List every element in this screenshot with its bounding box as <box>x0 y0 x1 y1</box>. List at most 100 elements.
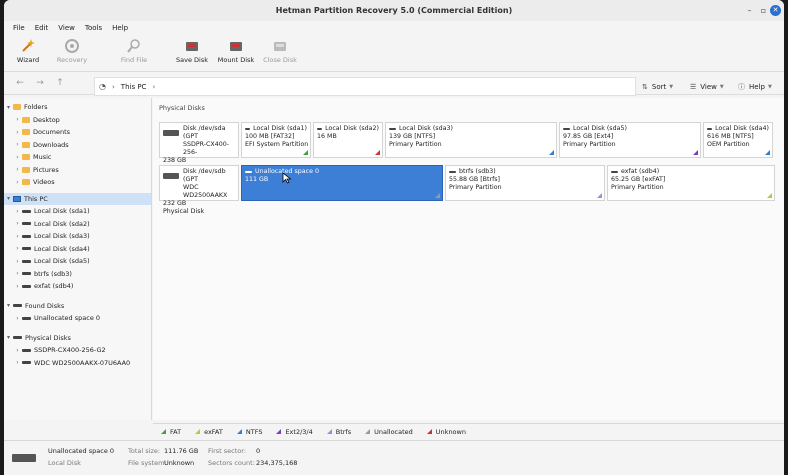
back-icon[interactable]: ← <box>10 78 30 88</box>
chevron-right-icon[interactable]: › <box>13 141 22 148</box>
partition-card[interactable]: Local Disk (sda1) 100 MB [FAT32] EFI Sys… <box>241 122 311 158</box>
drive-icon <box>707 128 713 130</box>
forward-icon[interactable]: → <box>30 78 50 88</box>
chevron-right-icon[interactable]: › <box>13 129 22 136</box>
chevron-right-icon[interactable]: › <box>13 258 22 265</box>
main-panel: Physical Disks Disk /dev/sda (GPT SSDPR-… <box>153 98 784 420</box>
folder-icon <box>22 179 30 186</box>
close-icon[interactable]: ✕ <box>770 5 781 16</box>
chevron-right-icon[interactable]: › <box>13 270 22 277</box>
wizard-icon <box>22 39 35 52</box>
close-disk-button[interactable]: Close Disk <box>258 35 302 64</box>
sort-icon: ⇅ <box>642 82 648 91</box>
tree-item-sda2[interactable]: › Local Disk (sda2) <box>4 218 151 231</box>
disk-card[interactable]: Disk /dev/sdb (GPT WDC WD2500AAKX 232 GB… <box>159 165 239 215</box>
folder-icon <box>22 129 30 136</box>
tree-item-videos[interactable]: › Videos <box>4 176 151 189</box>
breadcrumb-chevron-icon[interactable]: › <box>152 83 155 91</box>
mount-disk-button[interactable]: Mount Disk <box>214 35 258 64</box>
chevron-right-icon[interactable]: › <box>13 283 22 290</box>
menu-bar: File Edit View Tools Help <box>4 21 784 35</box>
wizard-button[interactable]: Wizard <box>6 35 50 64</box>
chevron-right-icon[interactable]: › <box>13 359 22 366</box>
menu-help[interactable]: Help <box>107 21 133 35</box>
menu-tools[interactable]: Tools <box>80 21 107 35</box>
tree-item-music[interactable]: › Music <box>4 151 151 164</box>
partition-card[interactable]: btrfs (sdb3) 55.88 GB [Btrfs] Primary Pa… <box>445 165 605 201</box>
tree-item-sdb4[interactable]: › exfat (sdb4) <box>4 280 151 293</box>
partition-card-selected[interactable]: Unallocated space 0 111 GB <box>241 165 443 201</box>
view-button[interactable]: ☰ View ▼ <box>690 77 724 96</box>
breadcrumb-this-pc[interactable]: This PC <box>121 83 147 91</box>
sort-button[interactable]: ⇅ Sort ▼ <box>642 77 673 96</box>
tree-item-sda4[interactable]: › Local Disk (sda4) <box>4 243 151 256</box>
partition-type: Primary Partition <box>611 184 664 191</box>
chevron-right-icon[interactable]: › <box>13 315 22 322</box>
minimize-icon[interactable]: – <box>744 5 755 16</box>
tree-folders[interactable]: ▾ Folders <box>4 101 151 114</box>
disk-card[interactable]: Disk /dev/sda (GPT SSDPR-CX400-256- 238 … <box>159 122 239 172</box>
chevron-down-icon[interactable]: ▾ <box>4 302 13 309</box>
legend-marker <box>195 429 201 434</box>
chevron-right-icon[interactable]: › <box>13 154 22 161</box>
tree-this-pc[interactable]: ▾ This PC <box>4 192 151 205</box>
partition-card[interactable]: Local Disk (sda4) 616 MB [NTFS] OEM Part… <box>703 122 773 158</box>
tree-item-desktop[interactable]: › Desktop <box>4 114 151 127</box>
legend-marker <box>276 429 282 434</box>
address-bar[interactable]: ◔ › This PC › <box>94 77 636 96</box>
chevron-right-icon[interactable]: › <box>13 116 22 123</box>
chevron-right-icon[interactable]: › <box>13 179 22 186</box>
partition-type: Primary Partition <box>563 141 616 148</box>
history-icon[interactable]: ◔ <box>99 82 106 91</box>
tree-item-pictures[interactable]: › Pictures <box>4 164 151 177</box>
tree-item-label: Documents <box>33 128 71 137</box>
menu-view[interactable]: View <box>53 21 80 35</box>
find-file-button[interactable]: Find File <box>112 35 156 64</box>
tree-item-label: Local Disk (sda3) <box>34 232 90 241</box>
tree-item-ssdpr[interactable]: › SSDPR-CX400-256-G2 <box>4 344 151 357</box>
partition-card[interactable]: exfat (sdb4) 65.25 GB [exFAT] Primary Pa… <box>607 165 775 201</box>
disk-model: WDC WD2500AAKX <box>183 184 228 199</box>
chevron-right-icon[interactable]: › <box>13 245 22 252</box>
tree-item-unallocated[interactable]: › Unallocated space 0 <box>4 312 151 325</box>
chevron-right-icon[interactable]: › <box>13 347 22 354</box>
tree-physical-disks[interactable]: ▾ Physical Disks <box>4 332 151 345</box>
folder-icon <box>13 104 21 111</box>
save-disk-button[interactable]: Save Disk <box>170 35 214 64</box>
maximize-icon[interactable]: ▫ <box>758 5 769 16</box>
partition-card[interactable]: Local Disk (sda3) 139 GB [NTFS] Primary … <box>385 122 557 158</box>
recovery-label: Recovery <box>56 56 88 64</box>
chevron-right-icon[interactable]: › <box>13 220 22 227</box>
sidebar-tree: ▾ Folders › Desktop › Documents › Downloads … <box>4 98 152 420</box>
partition-size: 65.25 GB [exFAT] <box>611 176 666 183</box>
drive-icon <box>449 171 456 173</box>
tree-item-label: SSDPR-CX400-256-G2 <box>34 346 106 355</box>
tree-found-disks[interactable]: ▾ Found Disks <box>4 300 151 313</box>
chevron-down-icon[interactable]: ▾ <box>4 195 13 202</box>
chevron-right-icon[interactable]: › <box>13 208 22 215</box>
tree-item-sdb3[interactable]: › btrfs (sdb3) <box>4 268 151 281</box>
tree-item-sda5[interactable]: › Local Disk (sda5) <box>4 255 151 268</box>
tree-item-downloads[interactable]: › Downloads <box>4 139 151 152</box>
status-total-size-label: Total size: <box>128 447 161 455</box>
tree-item-sda3[interactable]: › Local Disk (sda3) <box>4 230 151 243</box>
tree-item-label: exfat (sdb4) <box>34 282 74 291</box>
chevron-down-icon[interactable]: ▾ <box>4 104 13 111</box>
chevron-right-icon[interactable]: › <box>13 166 22 173</box>
chevron-right-icon[interactable]: › <box>13 233 22 240</box>
tree-item-wdc[interactable]: › WDC WD2500AAKX-07U6AA0 <box>4 357 151 370</box>
menu-edit[interactable]: Edit <box>30 21 54 35</box>
window-title: Hetman Partition Recovery 5.0 (Commercia… <box>275 6 513 15</box>
partition-card[interactable]: Local Disk (sda2) 16 MB <box>313 122 383 158</box>
tree-item-documents[interactable]: › Documents <box>4 126 151 139</box>
partition-card[interactable]: Local Disk (sda5) 97.85 GB [Ext4] Primar… <box>559 122 701 158</box>
up-icon[interactable]: ↑ <box>50 78 70 88</box>
drive-icon <box>563 128 570 130</box>
menu-file[interactable]: File <box>8 21 30 35</box>
chevron-down-icon[interactable]: ▾ <box>4 334 13 341</box>
tree-item-sda1[interactable]: › Local Disk (sda1) <box>4 205 151 218</box>
help-button[interactable]: ⓘ Help ▼ <box>738 77 772 96</box>
recovery-button[interactable]: Recovery <box>50 35 94 64</box>
drive-icon <box>22 361 31 365</box>
legend-label: Unknown <box>435 427 466 436</box>
